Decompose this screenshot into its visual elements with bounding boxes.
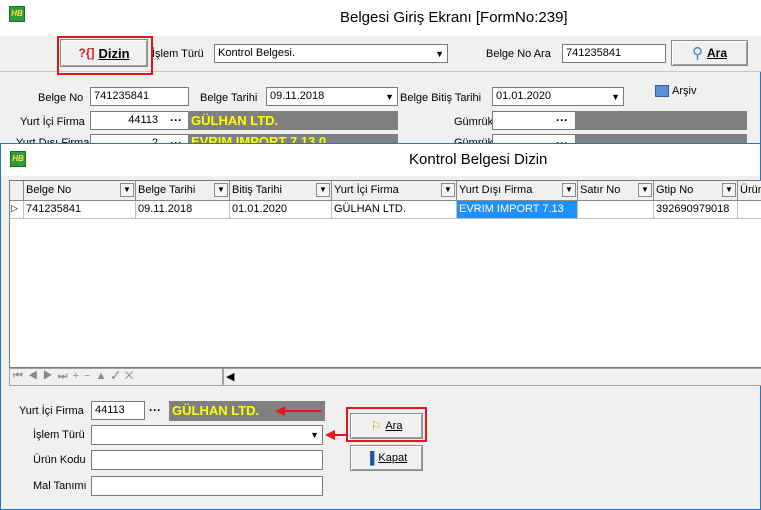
- back-yurt-ici-name: GÜLHAN LTD.: [188, 111, 398, 130]
- belge-no-input[interactable]: 741235841: [90, 87, 189, 106]
- back-ara-button[interactable]: ⚲ Ara: [671, 40, 748, 66]
- filter-yurt-ici-code-input[interactable]: 44113: [91, 401, 145, 420]
- row-indicator: ▷: [10, 201, 24, 219]
- kapat-button[interactable]: ▐ Kapat: [350, 445, 423, 471]
- kontrol-belgesi-dizin-window: HB Kontrol Belgesi Dizin Belge No ▼ Belge…: [0, 143, 761, 510]
- col-header-label: Gtip No: [656, 184, 694, 196]
- col-header-label: Belge Tarihi: [138, 184, 196, 196]
- dropdown-arrow-icon: ▼: [310, 430, 319, 440]
- col-header-bitis-tarihi[interactable]: Bitiş Tarihi ▼: [230, 181, 332, 201]
- front-window-title: Kontrol Belgesi Dizin: [409, 151, 548, 168]
- app-logo-icon: HB: [10, 151, 26, 167]
- col-header-belge-tarihi[interactable]: Belge Tarihi ▼: [136, 181, 230, 201]
- islem-turu-label: İşlem Türü: [152, 48, 204, 60]
- dropdown-arrow-icon[interactable]: ▼: [562, 183, 576, 197]
- close-door-icon: ▐: [365, 451, 375, 465]
- cell-urun[interactable]: [738, 201, 761, 219]
- dropdown-arrow-icon[interactable]: ▼: [722, 183, 736, 197]
- col-header-label: Yurt Dışı Firma: [459, 184, 533, 196]
- belge-bitis-value: 01.01.2020: [496, 90, 552, 102]
- dropdown-arrow-icon[interactable]: ▼: [214, 183, 228, 197]
- belge-tarihi-label: Belge Tarihi: [200, 92, 258, 104]
- col-header-label: Yurt İçi Firma: [334, 184, 399, 196]
- filter-islem-turu-select[interactable]: ▼: [91, 425, 323, 445]
- back-yurt-ici-lookup-button[interactable]: ···: [170, 114, 182, 126]
- annotation-arrow-line: [283, 410, 321, 412]
- urun-kodu-input[interactable]: [91, 450, 323, 470]
- row-indicator-header: [10, 181, 24, 201]
- urun-kodu-label: Ürün Kodu: [33, 454, 86, 466]
- cell-belge-no[interactable]: 741235841: [24, 201, 136, 219]
- scroll-left-icon[interactable]: ◀: [226, 370, 234, 383]
- mal-tanimi-input[interactable]: [91, 476, 323, 496]
- archive-icon: [655, 85, 669, 97]
- mal-tanimi-label: Mal Tanımı: [33, 480, 87, 492]
- dropdown-arrow-icon[interactable]: ▼: [638, 183, 652, 197]
- arsiv-label: Arşiv: [672, 85, 697, 97]
- dropdown-arrow-icon[interactable]: ▼: [316, 183, 330, 197]
- kapat-label: Kapat: [378, 452, 408, 464]
- cell-yurt-ici-firma[interactable]: GÜLHAN LTD.: [332, 201, 457, 219]
- grid-navigator[interactable]: ⏮ ◀ ▶ ⏭ + − ▲ ✓ ✕: [9, 368, 223, 386]
- islem-turu-select[interactable]: Kontrol Belgesi. ▼: [214, 44, 448, 63]
- col-header-satir-no[interactable]: Satır No ▼: [578, 181, 654, 201]
- belge-giris-window: HB Belgesi Giriş Ekranı [FormNo:239] ?{]…: [0, 0, 761, 153]
- col-header-urun[interactable]: Ürün: [738, 181, 761, 201]
- cell-yurt-disi-firma[interactable]: EVRIM IMPORT 7.13: [457, 201, 578, 219]
- results-grid: Belge No ▼ Belge Tarihi ▼ Bitiş Tarihi ▼ Yu…: [9, 180, 761, 368]
- filter-yurt-ici-label: Yurt İçi Firma: [19, 405, 84, 417]
- belge-no-ara-input[interactable]: 741235841: [562, 44, 666, 63]
- gumruk2-name: [576, 111, 747, 130]
- filter-islem-turu-label: İşlem Türü: [33, 429, 85, 441]
- back-window-title: Belgesi Giriş Ekranı [FormNo:239]: [340, 9, 568, 26]
- dropdown-arrow-icon: ▼: [435, 49, 444, 59]
- dropdown-arrow-icon: ▼: [385, 92, 394, 102]
- col-header-label: Bitiş Tarihi: [232, 184, 282, 196]
- dropdown-arrow-icon[interactable]: ▼: [441, 183, 455, 197]
- belge-no-label: Belge No: [38, 92, 84, 104]
- annotation-arrow-head: [275, 406, 285, 416]
- horizontal-scrollbar[interactable]: ◀: [223, 368, 761, 386]
- back-toolbar: ?{] Dizin İşlem Türü Kontrol Belgesi. ▼ …: [0, 36, 761, 75]
- belge-tarihi-value: 09.11.2018: [270, 90, 325, 102]
- annotation-arrow-head: [325, 430, 335, 440]
- cell-satir-no[interactable]: [578, 201, 654, 219]
- belge-tarihi-picker[interactable]: 09.11.2018 ▼: [266, 87, 398, 106]
- back-ara-label: Ara: [706, 46, 727, 60]
- dropdown-arrow-icon: ▼: [611, 92, 620, 102]
- back-yurt-ici-label: Yurt İçi Firma: [20, 116, 85, 128]
- ara-highlight-frame: [346, 407, 427, 442]
- belge-no-ara-label: Belge No Ara: [486, 48, 551, 60]
- cell-gtip-no[interactable]: 392690979018: [654, 201, 738, 219]
- col-header-label: Ürün: [740, 184, 761, 196]
- filter-yurt-ici-lookup-button[interactable]: ···: [149, 404, 161, 416]
- cell-belge-tarihi[interactable]: 09.11.2018: [136, 201, 230, 219]
- gumruk2-lookup-button[interactable]: ···: [556, 114, 568, 126]
- col-header-label: Belge No: [26, 184, 72, 196]
- col-header-label: Satır No: [580, 184, 621, 196]
- belge-bitis-picker[interactable]: 01.01.2020 ▼: [492, 87, 624, 106]
- col-header-gtip-no[interactable]: Gtip No ▼: [654, 181, 738, 201]
- dropdown-arrow-icon[interactable]: ▼: [120, 183, 134, 197]
- belge-bitis-label: Belge Bitiş Tarihi: [400, 92, 482, 104]
- cell-bitis-tarihi[interactable]: 01.01.2020: [230, 201, 332, 219]
- col-header-yurt-ici-firma[interactable]: Yurt İçi Firma ▼: [332, 181, 457, 201]
- magnifier-icon: ⚲: [691, 45, 703, 62]
- front-title-bar: HB Kontrol Belgesi Dizin: [1, 144, 760, 176]
- annotation-arrow-line: [333, 434, 347, 436]
- dizin-highlight-frame: [57, 36, 153, 75]
- islem-turu-value: Kontrol Belgesi.: [218, 47, 296, 59]
- back-title-bar: HB Belgesi Giriş Ekranı [FormNo:239]: [0, 0, 761, 36]
- col-header-yurt-disi-firma[interactable]: Yurt Dışı Firma ▼: [457, 181, 578, 201]
- col-header-belge-no[interactable]: Belge No ▼: [24, 181, 136, 201]
- app-logo-icon: HB: [9, 6, 25, 22]
- arsiv-link[interactable]: Arşiv: [655, 85, 696, 97]
